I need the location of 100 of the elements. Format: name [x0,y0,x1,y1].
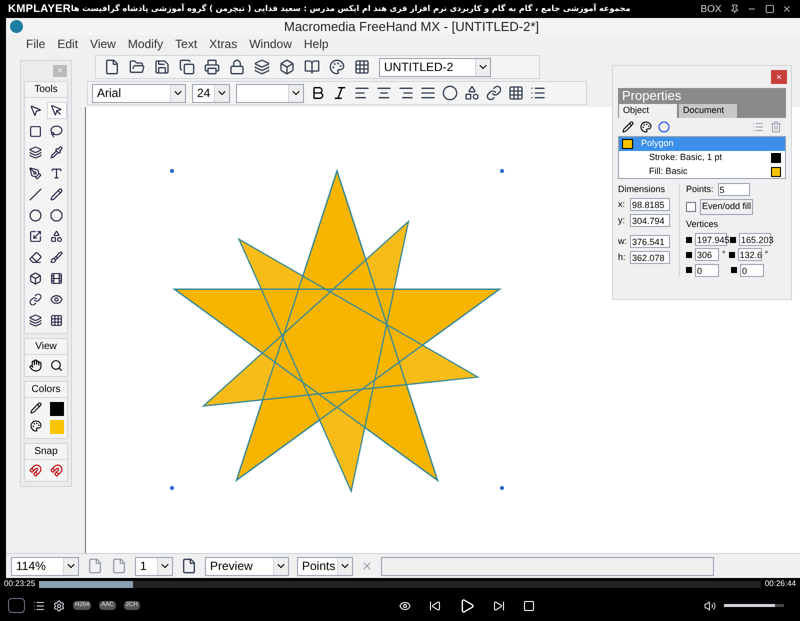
grid-icon[interactable] [354,59,370,75]
font-select[interactable]: Arial [92,84,186,102]
close-icon[interactable] [782,3,792,15]
circle-icon[interactable] [442,85,458,101]
stop-icon[interactable] [522,600,535,612]
grid-icon[interactable] [508,85,524,101]
units-select[interactable]: Points [297,556,353,576]
layers-icon[interactable] [254,59,270,75]
align-left-icon[interactable] [354,85,370,101]
magnet-icon[interactable] [50,464,63,477]
link-icon[interactable] [486,85,502,101]
justify-icon[interactable] [420,85,436,101]
checkbox[interactable] [686,202,696,212]
menu-item[interactable]: Edit [57,34,78,52]
points-field[interactable]: 5 [718,182,750,196]
degree-sign: ° [722,248,726,261]
save-icon[interactable] [154,59,170,75]
next-icon[interactable] [492,600,505,612]
pin-icon[interactable] [730,3,740,15]
maximize-icon[interactable] [764,3,774,15]
attribute-label: Polygon [641,136,675,150]
panel-title: Properties [622,87,682,106]
selection-handle[interactable] [170,169,174,173]
panel-tab[interactable]: Object [619,104,677,118]
stroke-color-swatch[interactable] [50,402,64,416]
polygon-tool-icon [50,209,63,222]
menu-item[interactable]: Window [249,34,292,52]
vertex-field[interactable]: 0 [695,264,719,276]
selection-handle[interactable] [170,486,174,490]
vertex-field[interactable]: 197.945 [695,233,727,246]
panel-title: Snap [25,444,67,460]
panel-title: Tools [25,82,67,98]
align-right-icon[interactable] [398,85,414,101]
play-icon[interactable] [458,598,475,614]
page-select[interactable]: 1 [135,556,173,576]
palette-icon[interactable] [329,59,345,75]
total-time: 00:26:44 [764,578,796,590]
tool-button[interactable] [46,102,66,119]
copy-icon[interactable] [179,59,195,75]
menu-item[interactable]: File [26,34,46,52]
vertex-field[interactable]: 165.203 [739,233,771,246]
book-icon[interactable] [304,59,320,75]
add-page-icon[interactable] [181,558,197,574]
menu-item[interactable]: Xtras [209,34,238,52]
list-icon[interactable] [530,85,546,101]
pencil-icon[interactable] [622,120,634,132]
dimension-field[interactable]: 98.8185 [630,198,670,212]
lock-icon[interactable] [229,59,245,75]
printer-icon[interactable] [204,59,220,75]
panel-tab[interactable]: Document [679,104,737,118]
magnet-icon[interactable] [29,464,42,477]
dimension-field[interactable]: 362.078 [630,250,670,264]
hand-icon[interactable] [29,359,42,372]
app-logo-icon [10,20,23,33]
view-select[interactable]: Preview [205,556,289,576]
size-select[interactable]: 24 [192,84,230,102]
attribute-row[interactable]: Fill: Basic [619,164,785,178]
folder-icon[interactable] [129,59,145,75]
circle-icon[interactable] [658,120,670,132]
video-title: مجموعه آموزشی جامع ، گام به گام و کاربردی نرم افزار فری هند ام ایکس مدرس : سعید فدایی ( تیچرمن ) گروه آموزشی پادشاه گرافیست ها [70,3,630,15]
box-label[interactable]: BOX [700,2,722,16]
align-center-icon[interactable] [376,85,392,101]
menu-item[interactable]: View [90,34,116,52]
seek-bar[interactable] [39,580,761,588]
attribute-row[interactable]: Stroke: Basic, 1 pt [619,150,785,164]
vertex-field[interactable]: 306 [695,248,719,262]
box-tool-icon [29,272,42,285]
shapes-icon[interactable] [464,85,480,101]
zoom-icon[interactable] [50,359,63,372]
menu-item[interactable]: Text [175,34,198,52]
layers-tool-icon [29,314,42,327]
selection-handle[interactable] [500,486,504,490]
settings-icon[interactable] [53,600,65,612]
volume-icon[interactable] [704,600,716,612]
fill-color-swatch[interactable] [50,420,64,434]
pencil-tool-icon [50,188,63,201]
brush-tool-icon [50,251,63,264]
shapes-tool-icon [50,230,63,243]
italic-icon[interactable] [332,85,348,101]
menu-item[interactable]: Modify [128,34,164,52]
document-select[interactable]: UNTITLED-2 [379,58,491,76]
link-tool-icon [29,293,42,306]
pen-tool-icon [29,167,42,180]
attribute-label: Stroke: Basic, 1 pt [648,150,724,164]
panel-title: Colors [25,382,67,398]
dimension-field[interactable]: 304.794 [630,214,670,227]
box-icon[interactable] [279,59,295,75]
vertex-field[interactable]: 132.6 [738,248,762,262]
selection-handle[interactable] [500,169,504,173]
menu-item[interactable]: Help [304,34,329,52]
dimension-field[interactable]: 376.541 [630,235,670,248]
style-select[interactable] [236,84,304,102]
zoom-select[interactable]: 114% [11,556,79,576]
new-file-icon[interactable] [104,59,120,75]
vertex-field[interactable]: 0 [740,264,764,276]
close-button[interactable]: × [771,70,787,84]
text-tool-icon [50,167,63,180]
section-label: Dimensions [618,182,666,196]
pencil-icon[interactable] [30,402,42,414]
previous-icon[interactable] [428,600,441,612]
